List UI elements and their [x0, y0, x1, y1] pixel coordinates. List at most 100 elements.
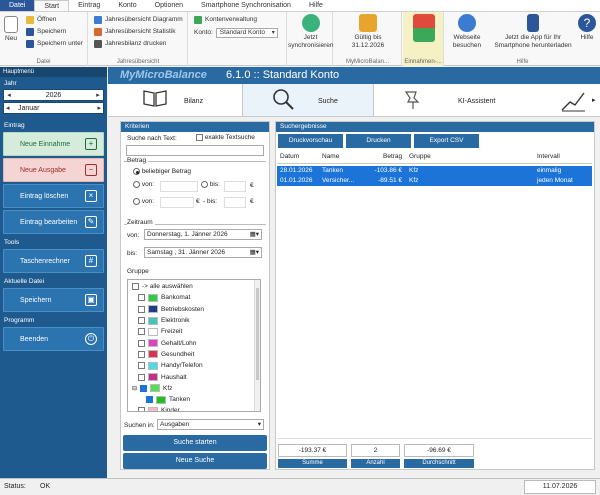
group-checkbox[interactable] — [138, 373, 145, 381]
zeitraum-bis-datepicker[interactable]: Samstag , 31. Jänner 2026 ▦▾ — [144, 247, 262, 258]
new-file-icon — [4, 16, 18, 33]
group-checkbox[interactable] — [138, 305, 145, 313]
konto-combo[interactable]: Standard Konto — [215, 27, 278, 38]
bis-radio-dot[interactable] — [201, 181, 208, 188]
speichern-ribbon-button[interactable]: Speichern — [26, 26, 66, 37]
group-checkbox[interactable] — [138, 350, 145, 358]
column-betrag[interactable]: Betrag — [383, 153, 402, 160]
einnahmen-ausgaben-button[interactable] — [403, 14, 444, 44]
list-item[interactable]: Betriebskosten — [132, 304, 260, 315]
von-radio-dot[interactable] — [133, 181, 140, 188]
jahresuebersicht-statistik-button[interactable]: Jahresübersicht Statistik — [94, 26, 175, 37]
list-item[interactable]: Handy/Telefon — [132, 360, 260, 371]
drucken-button[interactable]: Drucken — [346, 134, 411, 148]
neue-einnahme-button[interactable]: Neue Einnahme + — [3, 132, 104, 156]
taschenrechner-button[interactable]: Taschenrechner # — [3, 249, 104, 273]
beliebiger-betrag-radio[interactable]: beliebiger Betrag — [133, 168, 191, 175]
neu-button[interactable]: Neu — [3, 16, 19, 43]
search-text-input[interactable] — [126, 145, 264, 156]
tab-smartphone-sync[interactable]: Smartphone Synchronisation — [192, 0, 300, 11]
column-intervall[interactable]: Intervall — [537, 153, 560, 160]
group-checkbox[interactable] — [132, 283, 139, 291]
jahresuebersicht-diagramm-button[interactable]: Jahresübersicht Diagramm — [94, 14, 183, 25]
list-item[interactable]: Kinder — [132, 405, 260, 411]
column-name[interactable]: Name — [322, 153, 339, 160]
list-item[interactable]: Haushalt — [132, 371, 260, 382]
tab-start[interactable]: Start — [34, 0, 70, 11]
jahresbilanz-drucken-button[interactable]: Jahresbilanz drucken — [94, 38, 166, 49]
mode-tab-ki-assistent[interactable]: KI-Assistent — [376, 84, 508, 116]
month-prev-icon[interactable]: ◂ — [6, 103, 10, 115]
bis-radio[interactable]: bis: — [201, 181, 220, 188]
sync-button[interactable]: Jetzt synchronisieren — [288, 14, 334, 50]
trend-chart-icon[interactable] — [560, 90, 586, 112]
collapse-icon[interactable]: ⊟ — [132, 385, 137, 392]
exakte-textsuche-checkbox[interactable]: exakte Textsuche — [196, 134, 255, 141]
group-checkbox[interactable] — [138, 407, 145, 411]
webseite-besuchen-button[interactable]: Webseite besuchen — [445, 14, 489, 50]
oeffnen-button[interactable]: Öffnen — [26, 14, 56, 25]
beliebiger-betrag-radio-dot[interactable] — [133, 168, 140, 175]
column-datum[interactable]: Datum — [280, 153, 299, 160]
von-range-radio[interactable]: von: — [133, 198, 154, 205]
export-csv-button[interactable]: Export CSV — [414, 134, 479, 148]
tab-konto[interactable]: Konto — [109, 0, 145, 11]
license-button[interactable]: Gültig bis 31.12.2026 — [334, 14, 402, 50]
group-checkbox[interactable] — [146, 396, 153, 404]
tab-datei[interactable]: Datei — [0, 0, 35, 11]
tab-eintrag[interactable]: Eintrag — [69, 0, 109, 11]
list-item[interactable]: Elektronik — [132, 315, 260, 326]
month-selector[interactable]: ◂ Januar ▸ — [3, 102, 104, 114]
eintrag-loeschen-button[interactable]: Eintrag löschen × — [3, 184, 104, 208]
gruppe-list-scrollbar[interactable] — [254, 280, 260, 411]
exakte-textsuche-box[interactable] — [196, 134, 203, 141]
von-radio[interactable]: von: — [133, 181, 154, 188]
tab-optionen[interactable]: Optionen — [146, 0, 192, 11]
mode-tab-suche[interactable]: Suche — [242, 84, 374, 116]
calendar-dropdown-icon[interactable]: ▦▾ — [250, 230, 259, 239]
group-checkbox[interactable] — [138, 328, 145, 336]
suchen-in-select[interactable]: Ausgaben ▾ — [157, 419, 264, 430]
speichern-unter-button[interactable]: Speichern unter — [26, 38, 83, 49]
beenden-button[interactable]: Beenden ⏻ — [3, 327, 104, 351]
group-hilfe: Webseite besuchen Jetzt die App für Ihr … — [445, 12, 600, 66]
mode-tabs-scroll-icon[interactable]: ▸ — [592, 96, 596, 104]
eintrag-bearbeiten-button[interactable]: Eintrag bearbeiten ✎ — [3, 210, 104, 234]
year-selector[interactable]: ◂ 2026 ▸ — [3, 89, 104, 101]
speichern-nav-button[interactable]: Speichern ▣ — [3, 288, 104, 312]
tab-hilfe[interactable]: Hilfe — [300, 0, 332, 11]
gruppe-list-scroll-thumb[interactable] — [256, 288, 259, 380]
group-checkbox[interactable] — [138, 317, 145, 325]
zeitraum-von-datepicker[interactable]: Donnerstag, 1. Jänner 2026 ▦▾ — [144, 229, 262, 240]
list-item[interactable]: Tanken — [132, 394, 260, 405]
group-checkbox[interactable] — [138, 294, 145, 302]
von-range-radio-dot[interactable] — [133, 198, 140, 205]
group-checkbox[interactable] — [140, 384, 148, 392]
neue-suche-button[interactable]: Neue Suche — [123, 453, 267, 469]
year-next-icon[interactable]: ▸ — [94, 90, 102, 102]
druckvorschau-button[interactable]: Druckvorschau — [278, 134, 343, 148]
hilfe-button[interactable]: ? Hilfe — [575, 14, 599, 42]
kontenverwaltung-button[interactable]: Kontenverwaltung — [194, 14, 257, 25]
list-item[interactable]: Freizeit — [132, 326, 260, 337]
list-item[interactable]: -> alle auswählen — [132, 281, 260, 292]
table-row[interactable]: 01.01.2026 Versicher... -89.51 € Kfz jed… — [277, 176, 592, 186]
table-row[interactable]: 28.01.2026 Tanken -103.86 € Kfz einmalig — [277, 166, 592, 176]
year-prev-icon[interactable]: ◂ — [5, 90, 13, 102]
neue-ausgabe-button[interactable]: Neue Ausgabe − — [3, 158, 104, 182]
suche-starten-button[interactable]: Suche starten — [123, 435, 267, 451]
group-checkbox[interactable] — [138, 339, 145, 347]
app-download-button[interactable]: Jetzt die App für Ihr Smartphone herunte… — [491, 14, 575, 50]
range-von-input[interactable] — [160, 197, 194, 208]
column-gruppe[interactable]: Gruppe — [409, 153, 431, 160]
betrag-bis-input[interactable] — [224, 181, 246, 192]
group-checkbox[interactable] — [138, 362, 145, 370]
list-item[interactable]: ⊟ Kfz — [132, 383, 260, 394]
list-item[interactable]: Gesundheit — [132, 349, 260, 360]
calendar-dropdown-icon[interactable]: ▦▾ — [250, 248, 259, 257]
month-next-icon[interactable]: ▸ — [97, 103, 101, 115]
betrag-von-input[interactable] — [160, 181, 198, 192]
list-item[interactable]: Gehalt/Lohn — [132, 337, 260, 348]
range-bis-input[interactable] — [224, 197, 246, 208]
list-item[interactable]: Bankomat — [132, 292, 260, 303]
